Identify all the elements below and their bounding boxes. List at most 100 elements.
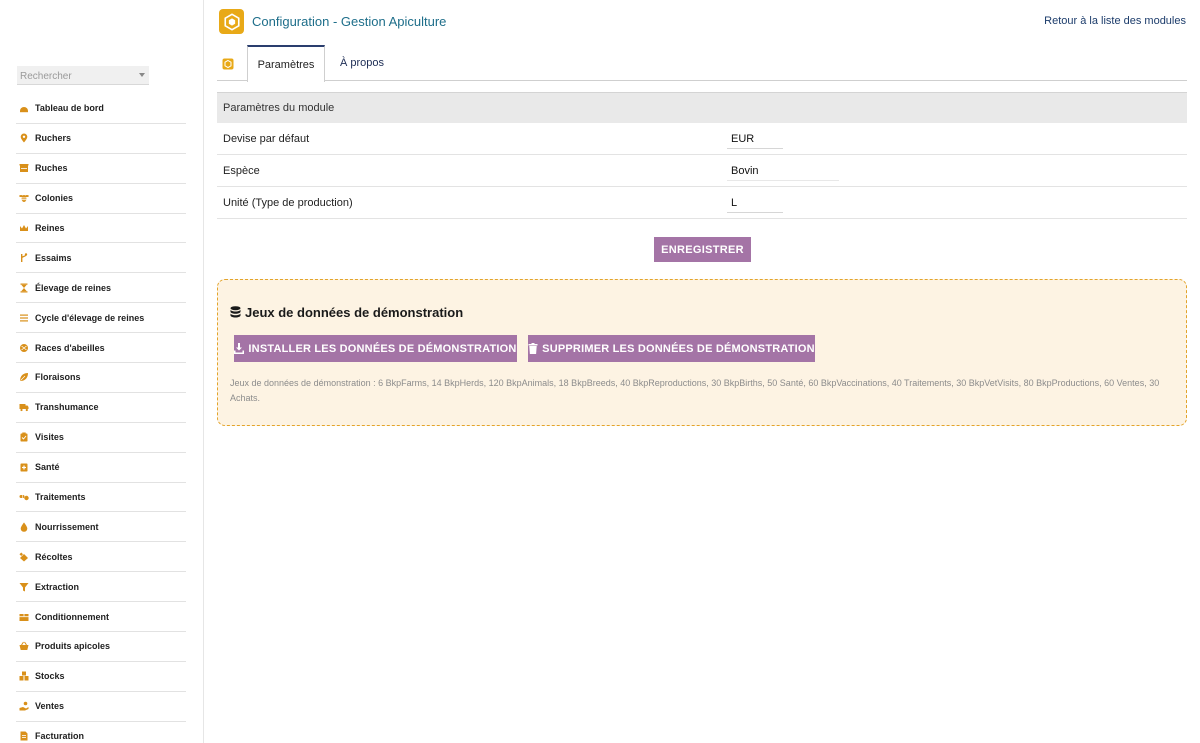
sidebar-item-label: Ruchers — [35, 133, 72, 144]
sidebar-item-label: Colonies — [35, 193, 74, 204]
search-input[interactable] — [17, 67, 149, 86]
param-label: Unité (Type de production) — [223, 196, 353, 209]
sidebar-item-ruches[interactable]: Ruches — [16, 154, 186, 184]
bee-icon — [19, 193, 29, 203]
sidebar-item-label: Ruches — [35, 163, 68, 174]
sidebar-item-essaims[interactable]: Essaims — [16, 243, 186, 274]
sidebar-item-cycle-d-elevage-de-reines[interactable]: Cycle d'élevage de reines — [16, 303, 186, 334]
sidebar-item-label: Transhumance — [35, 402, 99, 413]
sidebar-menu: Tableau de bord Ruchers Ruches Colonies Rein… — [16, 94, 186, 743]
sidebar-item-label: Essaims — [35, 252, 72, 263]
list-icon — [19, 313, 29, 323]
basket-icon — [19, 641, 29, 651]
sidebar-item-stocks[interactable]: Stocks — [16, 662, 186, 692]
sidebar-item-label: Ventes — [35, 701, 65, 712]
delete-demo-button[interactable]: SUPPRIMER LES DONNÉES DE DÉMONSTRATION — [528, 335, 815, 362]
sidebar-item-label: Traitements — [35, 492, 86, 503]
sidebar-item-label: Floraisons — [35, 372, 81, 383]
sidebar-item-label: Santé — [35, 462, 60, 473]
param-row-unite: Unité (Type de production) — [217, 187, 1187, 219]
dashboard-icon — [19, 103, 29, 113]
boxes-icon — [19, 671, 29, 681]
download-icon — [234, 343, 245, 354]
demo-title-text: Jeux de données de démonstration — [245, 305, 464, 320]
sidebar-item-label: Conditionnement — [35, 611, 109, 622]
clipboard-check-icon — [19, 432, 29, 442]
param-row-espece: Espèce — [217, 155, 1187, 187]
hourglass-icon — [19, 283, 29, 293]
param-label: Devise par défaut — [223, 132, 310, 145]
param-row-devise: Devise par défaut — [217, 123, 1187, 155]
sidebar-item-nourrissement[interactable]: Nourrissement — [16, 512, 186, 543]
sidebar-item-sante[interactable]: Santé — [16, 453, 186, 483]
sidebar-item-elevage-de-reines[interactable]: Élevage de reines — [16, 273, 186, 304]
drop-icon — [19, 522, 29, 532]
funnel-icon — [19, 582, 29, 592]
tab-bar: Paramètres À propos — [217, 45, 1187, 82]
sidebar-item-transhumance[interactable]: Transhumance — [16, 393, 186, 423]
params-section-title: Paramètres du module — [217, 92, 1187, 123]
sidebar-item-label: Reines — [35, 223, 65, 233]
dna-icon — [19, 343, 29, 353]
sidebar-item-tableau-de-bord[interactable]: Tableau de bord — [16, 94, 186, 124]
chevron-down-icon[interactable] — [139, 73, 145, 77]
search-box[interactable] — [17, 66, 149, 86]
sidebar-item-label: Nourrissement — [35, 521, 99, 532]
medical-kit-icon — [19, 462, 29, 472]
tab-a-propos[interactable]: À propos — [327, 45, 397, 81]
leaf-icon — [19, 372, 29, 382]
sidebar-item-floraisons[interactable]: Floraisons — [16, 363, 186, 393]
sidebar-item-label: Cycle d'élevage de reines — [35, 312, 145, 323]
sidebar-item-extraction[interactable]: Extraction — [16, 572, 186, 603]
page-title: Configuration - Gestion Apiculture — [252, 14, 447, 29]
hive-box-icon — [19, 163, 29, 173]
trash-icon — [528, 343, 538, 354]
sidebar: Tableau de bord Ruchers Ruches Colonies Rein… — [0, 0, 204, 743]
sidebar-item-conditionnement[interactable]: Conditionnement — [16, 602, 186, 633]
sidebar-item-label: Stocks — [35, 671, 65, 682]
sidebar-item-races-d-abeilles[interactable]: Races d'abeilles — [16, 333, 186, 364]
unite-input[interactable] — [727, 193, 783, 213]
sidebar-item-colonies[interactable]: Colonies — [16, 184, 186, 214]
harvest-icon — [19, 552, 29, 562]
module-icon — [222, 57, 234, 70]
espece-select[interactable] — [727, 161, 839, 181]
crown-icon — [19, 223, 29, 233]
invoice-icon — [19, 731, 29, 741]
sidebar-item-label: Tableau de bord — [35, 103, 104, 114]
branch-icon — [19, 253, 29, 263]
sidebar-item-traitements[interactable]: Traitements — [16, 483, 186, 513]
database-icon — [230, 306, 241, 319]
params-table: Paramètres du module Devise par défaut E… — [217, 92, 1187, 219]
sidebar-item-label: Produits apicoles — [35, 641, 111, 652]
back-to-modules-link[interactable]: Retour à la liste des modules — [1044, 15, 1186, 27]
sidebar-item-visites[interactable]: Visites — [16, 423, 186, 453]
demo-description: Jeux de données de démonstration : 6 Bkp… — [230, 378, 1160, 403]
sidebar-item-label: Facturation — [35, 731, 85, 742]
sidebar-item-recoltes[interactable]: Récoltes — [16, 542, 186, 573]
sidebar-item-ventes[interactable]: Ventes — [16, 692, 186, 722]
hexagon-logo-icon — [219, 9, 244, 34]
hand-coin-icon — [19, 701, 29, 711]
delete-demo-label: SUPPRIMER LES DONNÉES DE DÉMONSTRATION — [542, 342, 815, 355]
sidebar-item-label: Visites — [35, 432, 64, 443]
install-demo-button[interactable]: INSTALLER LES DONNÉES DE DÉMONSTRATION — [234, 335, 517, 362]
demo-title: Jeux de données de démonstration — [230, 305, 463, 320]
tab-parametres[interactable]: Paramètres — [247, 45, 325, 82]
install-demo-label: INSTALLER LES DONNÉES DE DÉMONSTRATION — [248, 342, 517, 355]
sidebar-item-label: Élevage de reines — [35, 282, 112, 293]
devise-input[interactable] — [727, 129, 783, 149]
param-label: Espèce — [223, 164, 260, 177]
sidebar-item-facturation[interactable]: Facturation — [16, 722, 186, 743]
save-button[interactable]: ENREGISTRER — [654, 237, 751, 262]
sidebar-item-reines[interactable]: Reines — [16, 214, 186, 244]
sidebar-item-ruchers[interactable]: Ruchers — [16, 124, 186, 154]
sidebar-item-label: Races d'abeilles — [35, 342, 105, 353]
sidebar-item-label: Récoltes — [35, 551, 73, 562]
truck-icon — [19, 402, 29, 412]
sidebar-item-produits-apicoles[interactable]: Produits apicoles — [16, 632, 186, 662]
map-pin-icon — [19, 133, 29, 143]
pills-icon — [19, 492, 29, 502]
sidebar-item-label: Extraction — [35, 581, 80, 592]
box-icon — [19, 612, 29, 622]
